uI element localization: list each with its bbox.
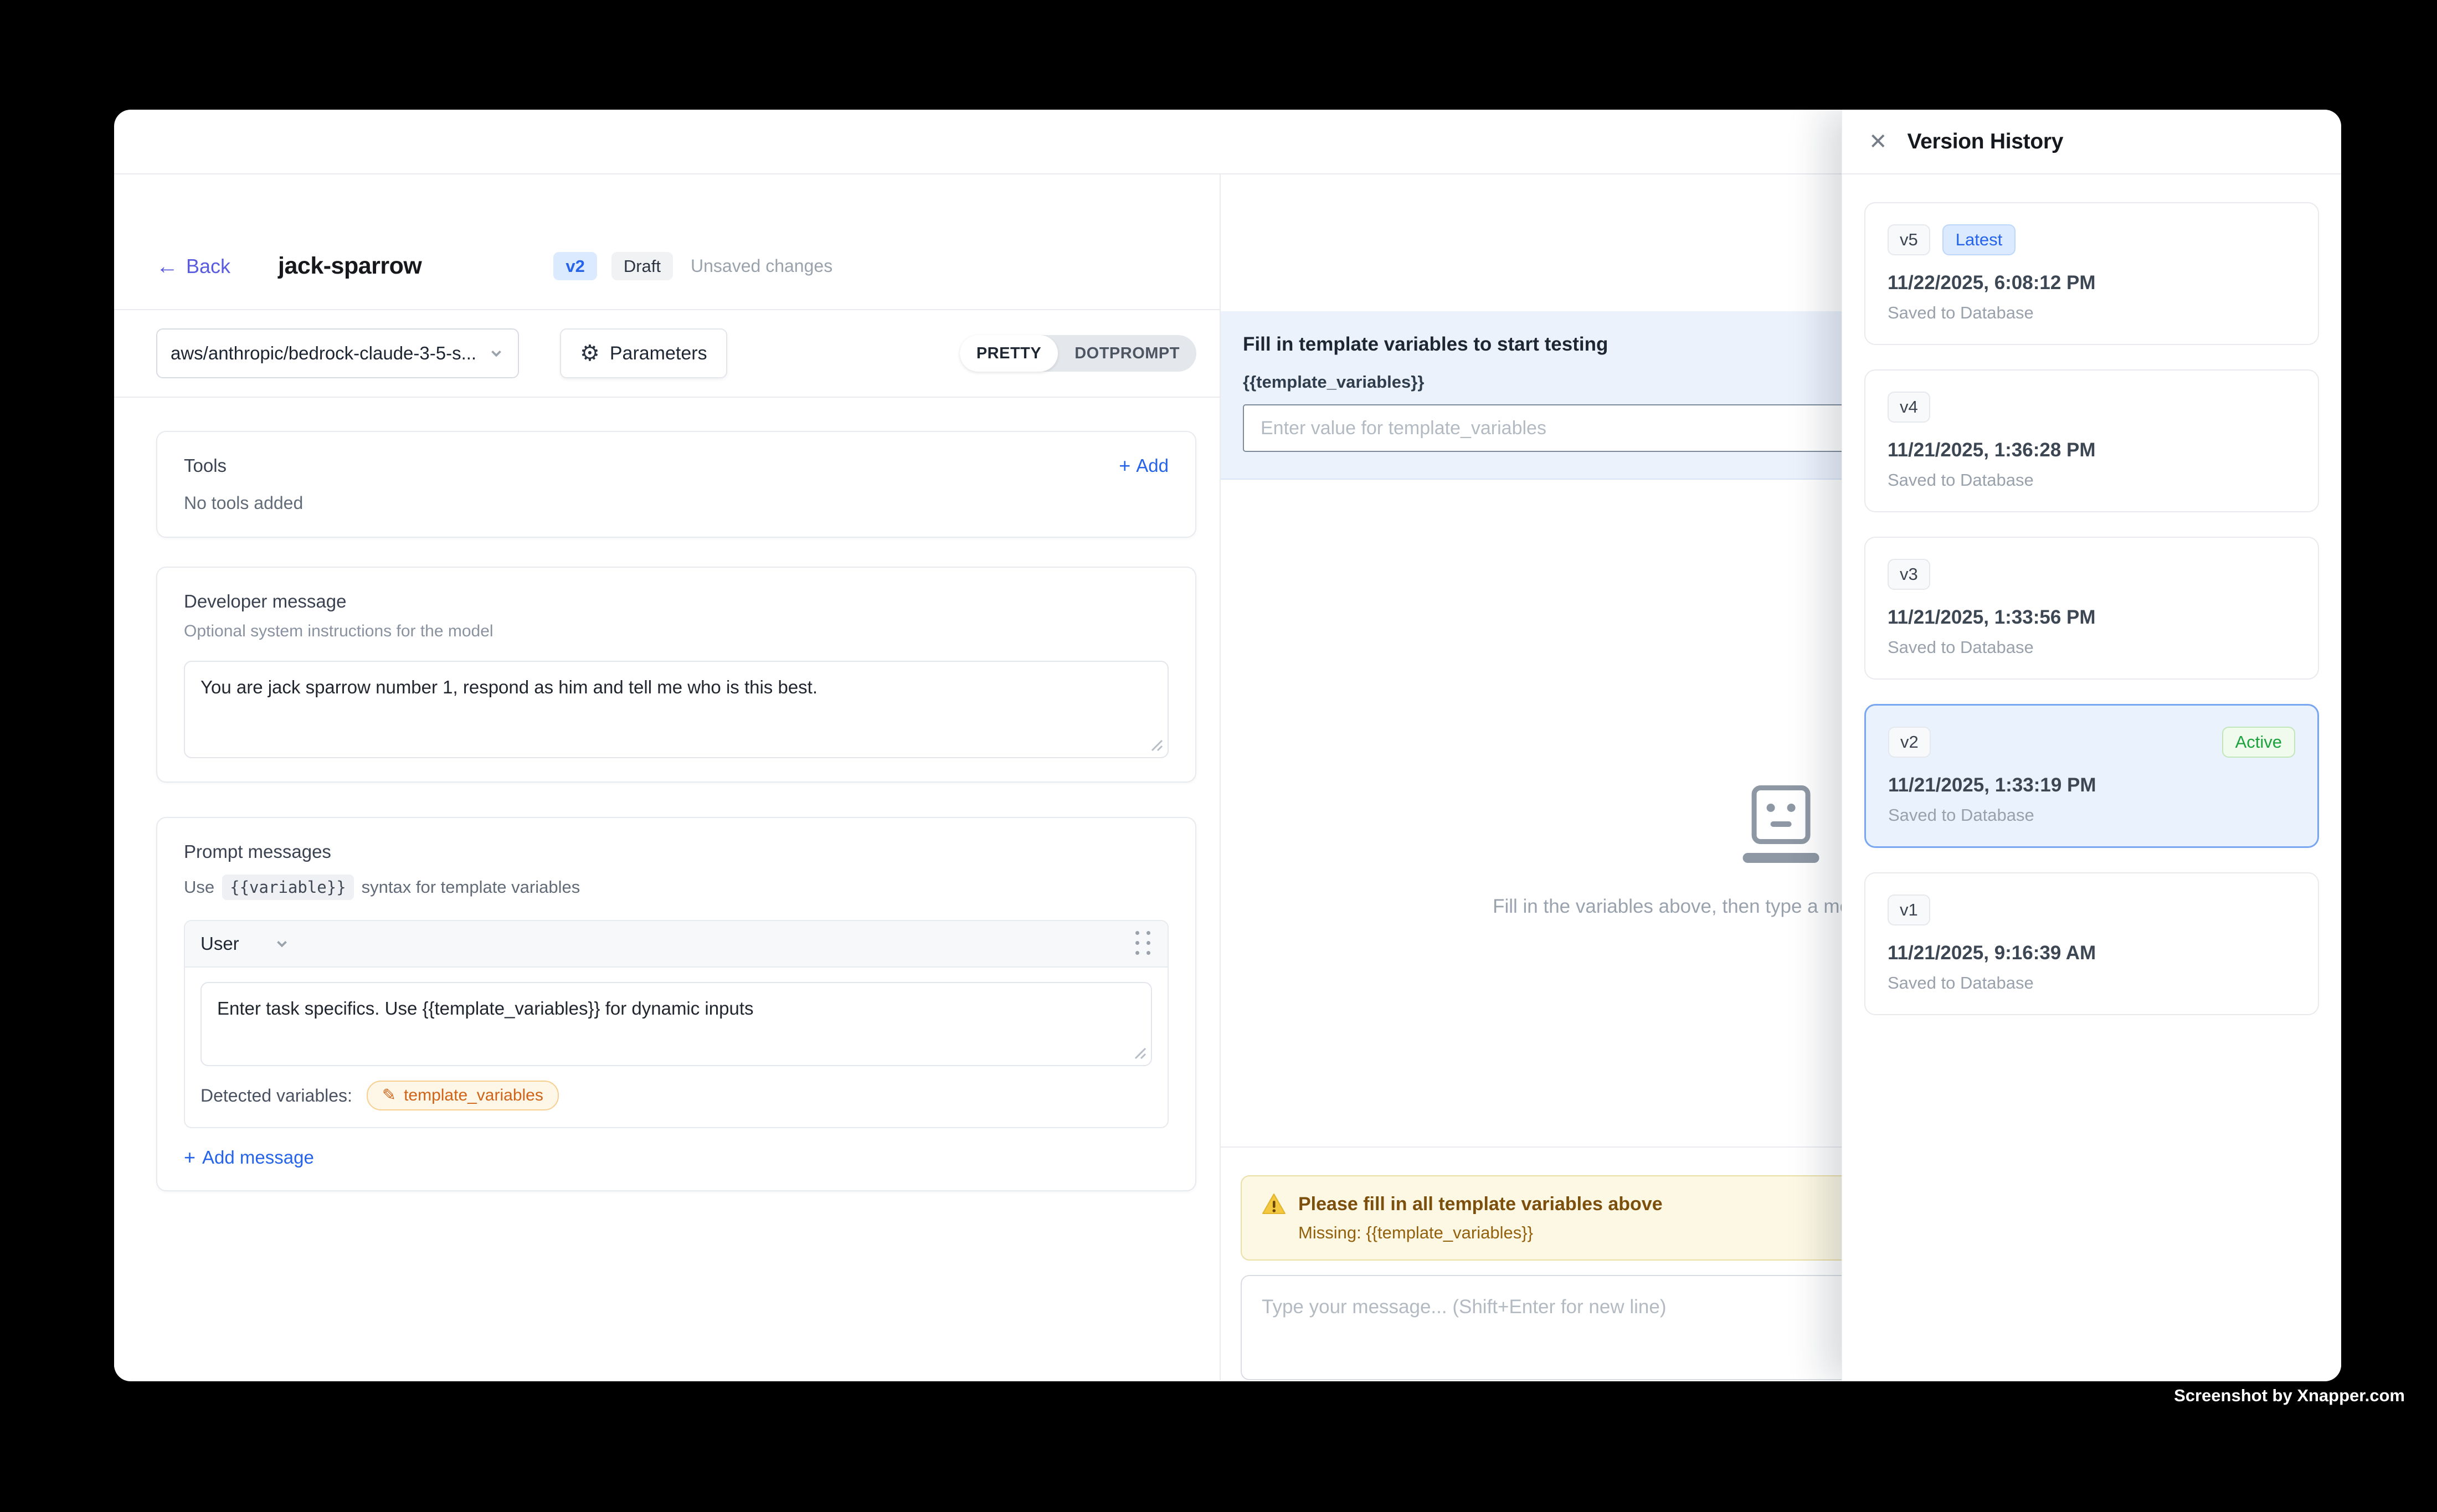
format-toggle: PRETTY DOTPROMPT [960, 335, 1196, 372]
add-message-label: Add message [202, 1147, 314, 1168]
warning-title: Please fill in all template variables ab… [1298, 1194, 1663, 1215]
back-arrow-icon: ← [156, 255, 178, 277]
back-button[interactable]: ← Back [156, 255, 230, 278]
prompt-messages-title: Prompt messages [184, 841, 1169, 862]
version-saved-status: Saved to Database [1888, 805, 2295, 825]
model-select[interactable]: aws/anthropic/bedrock-claude-3-5-s... [156, 328, 519, 378]
template-variable-chip[interactable]: ✎ template_variables [367, 1081, 559, 1110]
parameters-button[interactable]: ⚙ Parameters [560, 328, 727, 378]
developer-message-subtitle: Optional system instructions for the mod… [184, 622, 1169, 641]
version-card-v4[interactable]: v4 11/21/2025, 1:36:28 PM Saved to Datab… [1864, 369, 2319, 512]
no-tools-text: No tools added [184, 493, 1169, 513]
prompt-editor-panel: ← Back jack-sparrow v2 Draft Unsaved cha… [114, 174, 1221, 1380]
version-history-panel: ✕ Version History v5 Latest 11/22/2025, … [1842, 110, 2341, 1381]
version-label-badge: v3 [1888, 559, 1930, 590]
add-tool-button[interactable]: + Add [1119, 455, 1169, 476]
version-date: 11/22/2025, 6:08:12 PM [1888, 272, 2296, 294]
add-message-button[interactable]: + Add message [184, 1147, 1169, 1168]
toggle-dotprompt[interactable]: DOTPROMPT [1058, 335, 1196, 372]
version-label-badge: v4 [1888, 392, 1930, 423]
version-saved-status: Saved to Database [1888, 470, 2296, 490]
back-label: Back [186, 255, 230, 278]
syntax-prefix: Use [184, 877, 214, 897]
role-select-value: User [200, 933, 239, 954]
version-label-badge: v5 [1888, 224, 1930, 255]
developer-message-textarea[interactable] [184, 661, 1169, 758]
version-badge: v2 [553, 252, 597, 280]
robot-icon [1742, 785, 1819, 863]
variable-syntax-chip: {{variable}} [222, 875, 354, 900]
version-card-v2-active[interactable]: v2 Active 11/21/2025, 1:33:19 PM Saved t… [1864, 704, 2319, 848]
version-date: 11/21/2025, 1:33:56 PM [1888, 606, 2296, 629]
plus-icon: + [1119, 456, 1130, 476]
tools-title: Tools [184, 455, 227, 476]
syntax-hint: Use {{variable}} syntax for template var… [184, 875, 1169, 900]
version-date: 11/21/2025, 9:16:39 AM [1888, 942, 2296, 964]
chevron-down-icon [488, 345, 505, 362]
tools-card: Tools + Add No tools added [156, 431, 1196, 538]
editor-header: ← Back jack-sparrow v2 Draft Unsaved cha… [114, 174, 1220, 310]
active-badge: Active [2222, 727, 2295, 758]
version-list: v5 Latest 11/22/2025, 6:08:12 PM Saved t… [1842, 174, 2341, 1043]
message-header: User [185, 921, 1168, 968]
chevron-down-icon[interactable] [274, 935, 290, 952]
latest-badge: Latest [1942, 224, 2016, 255]
editor-toolbar: aws/anthropic/bedrock-claude-3-5-s... ⚙ … [114, 310, 1220, 398]
close-icon[interactable]: ✕ [1869, 131, 1888, 153]
draft-badge: Draft [611, 252, 673, 280]
version-date: 11/21/2025, 1:36:28 PM [1888, 439, 2296, 461]
toggle-pretty[interactable]: PRETTY [960, 335, 1058, 372]
version-label-badge: v1 [1888, 894, 1930, 925]
version-date: 11/21/2025, 1:33:19 PM [1888, 774, 2295, 796]
version-card-v3[interactable]: v3 11/21/2025, 1:33:56 PM Saved to Datab… [1864, 537, 2319, 680]
model-select-value: aws/anthropic/bedrock-claude-3-5-s... [171, 343, 488, 364]
syntax-suffix: syntax for template variables [362, 877, 580, 897]
app-window: ← Back jack-sparrow v2 Draft Unsaved cha… [114, 110, 2341, 1381]
drag-handle-icon[interactable] [1135, 931, 1152, 956]
plus-icon: + [184, 1148, 196, 1168]
version-history-title: Version History [1908, 130, 2064, 154]
detected-variables-row: Detected variables: ✎ template_variables [185, 1066, 1168, 1127]
detected-variables-label: Detected variables: [200, 1086, 352, 1106]
template-variable-name: template_variables [404, 1086, 543, 1105]
watermark-text: Screenshot by Xnapper.com [2174, 1386, 2405, 1406]
user-message-textarea[interactable] [200, 982, 1152, 1066]
add-tool-label: Add [1136, 455, 1169, 476]
unsaved-changes-label: Unsaved changes [691, 256, 832, 276]
message-block: User [184, 920, 1169, 1128]
page-title: jack-sparrow [278, 253, 421, 280]
prompt-messages-card: Prompt messages Use {{variable}} syntax … [156, 817, 1196, 1191]
version-saved-status: Saved to Database [1888, 303, 2296, 323]
developer-message-card: Developer message Optional system instru… [156, 567, 1196, 783]
warning-triangle-icon [1262, 1193, 1286, 1215]
editor-scroll-area: Tools + Add No tools added Developer mes… [114, 398, 1220, 1380]
version-card-v1[interactable]: v1 11/21/2025, 9:16:39 AM Saved to Datab… [1864, 872, 2319, 1015]
gear-icon: ⚙ [580, 342, 600, 364]
version-saved-status: Saved to Database [1888, 637, 2296, 657]
version-card-v5[interactable]: v5 Latest 11/22/2025, 6:08:12 PM Saved t… [1864, 202, 2319, 345]
version-label-badge: v2 [1888, 727, 1931, 758]
developer-message-title: Developer message [184, 591, 1169, 612]
version-history-header: ✕ Version History [1842, 110, 2341, 174]
pencil-icon: ✎ [382, 1087, 396, 1104]
parameters-label: Parameters [610, 343, 707, 364]
version-saved-status: Saved to Database [1888, 973, 2296, 993]
